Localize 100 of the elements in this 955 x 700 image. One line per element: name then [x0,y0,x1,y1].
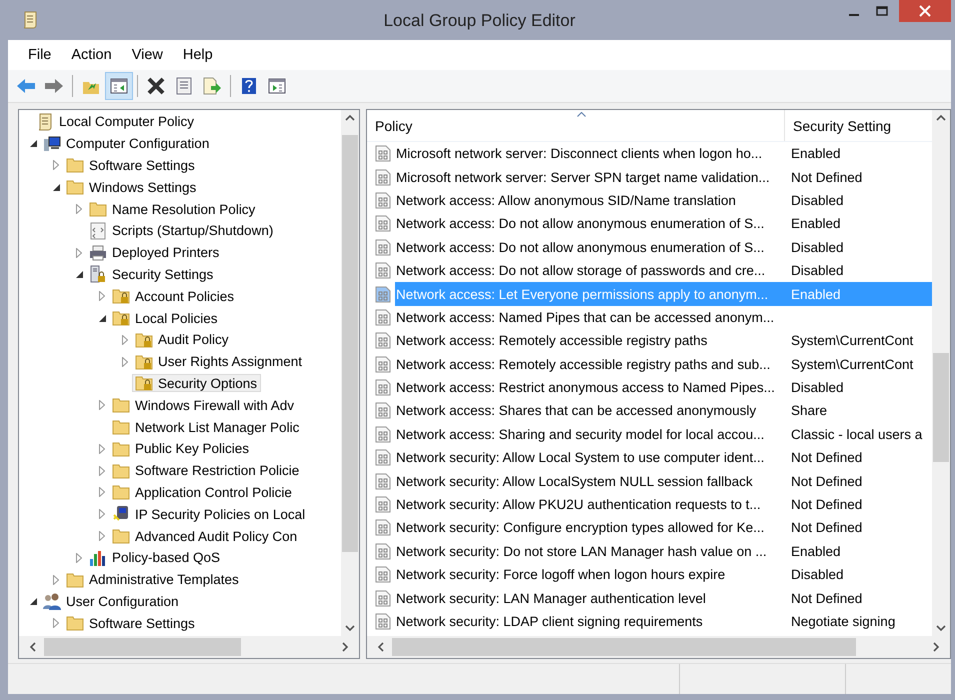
tree-item[interactable]: Computer Configuration [40,134,214,153]
expand-arrow-icon[interactable] [53,160,59,170]
policy-name[interactable]: Network access: Shares that can be accessed anonymously [395,399,783,423]
scroll-left-icon[interactable] [29,642,36,652]
policy-name[interactable]: Network access: Do not allow anonymous enumeration of S... [395,236,783,259]
tree-item[interactable]: User Configuration [40,591,183,612]
tree-item[interactable]: Security Options [132,374,262,392]
tree-item[interactable]: IP Security Policies on Local [109,504,310,524]
folder-icon [66,179,84,196]
tree-item[interactable]: Scripts (Startup/Shutdown) [86,220,278,241]
collapse-arrow-icon[interactable] [30,140,36,148]
policy-name[interactable]: Network security: Configure encryption types allowed for Ke... [395,516,783,540]
back-arrow-icon [16,78,36,94]
scroll-down-icon[interactable] [936,625,946,632]
tree-item[interactable]: Account Policies [109,287,238,306]
expand-arrow-icon[interactable] [99,509,105,520]
help-icon [241,77,257,95]
properties-icon [175,77,193,95]
policy-name[interactable]: Microsoft network server: Disconnect clients when logon ho... [395,142,783,166]
policy-icon [375,402,391,420]
collapse-arrow-icon[interactable] [30,598,36,605]
policy-name[interactable]: Network security: Allow Local System to use computer ident... [395,446,783,470]
policy-name[interactable]: Network access: Do not allow anonymous enumeration of S... [395,212,783,236]
policy-name[interactable]: Network security: Do not store LAN Manager hash value on ... [395,540,783,564]
tree-item[interactable]: Software Settings [63,614,199,632]
tree-item[interactable]: Policy-based QoS [86,548,224,567]
security-setting: Share [791,403,828,418]
tree-item[interactable]: Network List Manager Polic [109,418,304,436]
policy-name[interactable]: Microsoft network server: Server SPN target name validation... [395,165,783,189]
folder-icon [112,440,130,457]
column-header[interactable]: Policy [367,110,785,141]
scroll-down-icon[interactable] [345,625,355,632]
expand-arrow-icon[interactable] [53,574,59,585]
horizontal-scrollbar[interactable] [19,636,359,658]
expand-arrow-icon[interactable] [99,487,105,498]
tree-item[interactable]: Software Restriction Policie [109,462,304,480]
tree-item[interactable]: Windows Firewall with Adv [109,396,298,414]
menu-item[interactable]: View [124,45,171,65]
vertical-scrollbar[interactable] [932,110,950,636]
tree-item[interactable]: Audit Policy [132,330,233,349]
scroll-thumb[interactable] [933,353,949,462]
tree-item[interactable]: Security Settings [86,264,218,284]
tree-item[interactable]: Local Computer Policy [33,112,198,132]
collapse-arrow-icon[interactable] [98,314,106,322]
expand-arrow-icon[interactable] [122,334,128,345]
close-button[interactable] [899,0,951,22]
tree-item[interactable]: Software Settings [63,156,199,174]
tree-item[interactable]: Public Key Policies [109,440,254,458]
menu-item[interactable]: Help [174,45,221,65]
expand-arrow-icon[interactable] [99,444,105,454]
scroll-up-icon[interactable] [936,114,946,121]
expand-arrow-icon[interactable] [76,248,82,258]
collapse-arrow-icon[interactable] [52,184,60,191]
expand-arrow-icon[interactable] [122,356,128,367]
tree-item[interactable]: User Rights Assignment [132,352,306,371]
expand-arrow-icon[interactable] [76,204,82,214]
folder-icon [66,572,84,588]
policy-name[interactable]: Network access: Remotely accessible registry paths [395,329,783,353]
tree-item[interactable]: Name Resolution Policy [86,200,260,218]
policy-name[interactable]: Network access: Do not allow storage of passwords and cre... [395,258,783,282]
menu-item[interactable]: Action [63,45,120,65]
collapse-arrow-icon[interactable] [76,270,82,278]
expand-arrow-icon[interactable] [99,466,105,476]
tree-item[interactable]: Deployed Printers [86,244,224,262]
policy-name[interactable]: Network security: Force logoff when logon hours expire [395,563,783,586]
expand-arrow-icon[interactable] [99,400,105,410]
tree-item[interactable]: Local Policies [109,309,222,328]
menu-item[interactable]: File [20,45,60,65]
expand-arrow-icon[interactable] [99,531,105,542]
column-header[interactable]: Security Setting [785,118,892,134]
scroll-up-icon[interactable] [345,114,355,121]
expand-arrow-icon[interactable] [99,291,105,302]
policy-name[interactable]: Network access: Restrict anonymous access to Named Pipes... [395,376,783,400]
scroll-thumb[interactable] [392,638,856,656]
expand-arrow-icon[interactable] [53,618,59,628]
scroll-right-icon[interactable] [933,642,940,652]
tree-item[interactable]: Advanced Audit Policy Con [109,527,302,546]
policy-name[interactable]: Network security: LDAP client signing requirements [395,610,783,634]
tree-item[interactable]: Windows Settings [63,178,200,196]
scroll-left-icon[interactable] [377,642,384,652]
vertical-scrollbar[interactable] [341,110,359,636]
tree-item[interactable]: Administrative Templates [63,570,243,589]
tree-item[interactable]: Application Control Policie [109,483,296,502]
policy-name[interactable]: Network security: Allow LocalSystem NULL session fallback [395,469,783,493]
scroll-thumb[interactable] [44,638,242,656]
policy-name[interactable]: Network security: Allow PKU2U authentication requests to t... [395,492,783,516]
users-icon [43,592,61,610]
policy-name[interactable]: Network access: Sharing and security model for local accou... [395,422,783,446]
policy-name[interactable]: Network security: LAN Manager authentication level [395,586,783,610]
security-setting: Enabled [791,216,841,232]
show-pane-button[interactable] [105,72,133,100]
policy-name[interactable]: Network access: Remotely accessible registry paths and sub... [395,352,783,376]
policy-icon [375,449,391,466]
policy-name[interactable]: Network access: Allow anonymous SID/Name translation [395,188,783,212]
horizontal-scrollbar[interactable] [367,636,950,658]
scroll-right-icon[interactable] [342,642,349,652]
scroll-thumb[interactable] [342,134,358,552]
policy-name[interactable]: Network access: Named Pipes that can be accessed anonym... [395,306,783,330]
security-setting: System\CurrentCont [791,356,914,372]
expand-arrow-icon[interactable] [76,552,82,563]
